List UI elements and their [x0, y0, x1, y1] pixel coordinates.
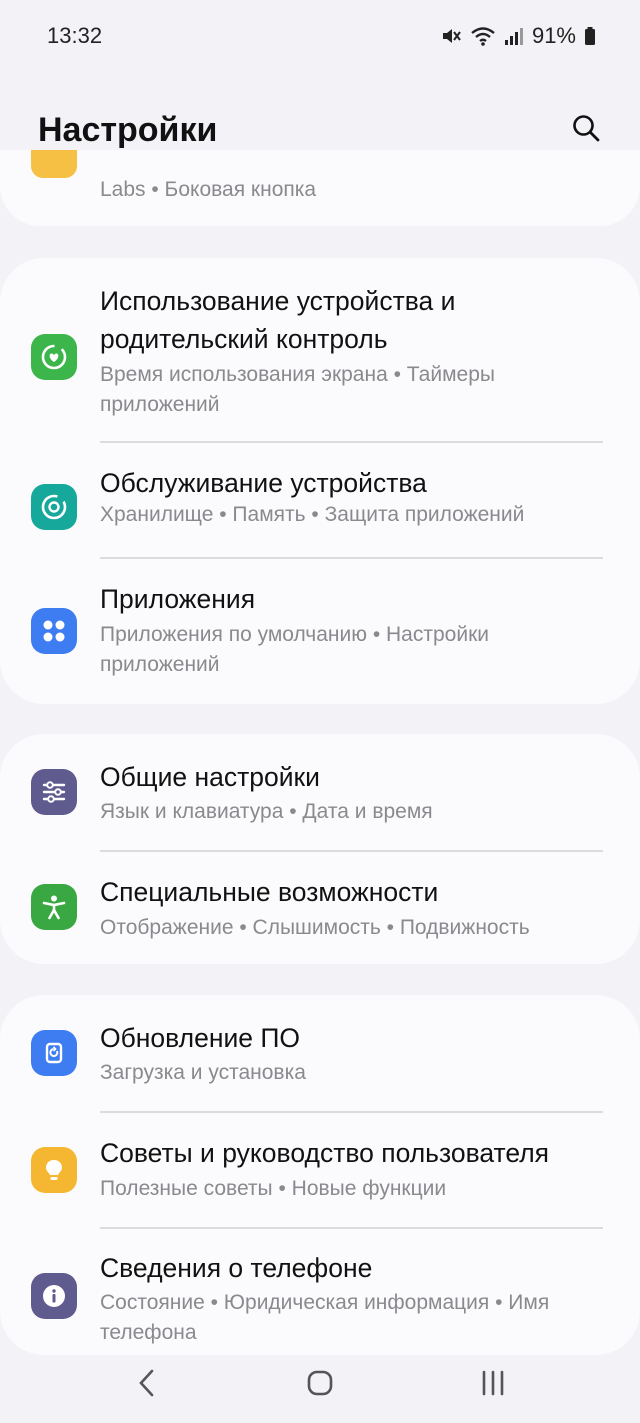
partial-settings-card: Labs • Боковая кнопка	[0, 150, 640, 226]
signal-icon	[504, 25, 524, 47]
settings-item-digital-wellbeing[interactable]: Использование устройства и родительский …	[0, 278, 640, 442]
settings-item-device-care[interactable]: Обслуживание устройства Хранилище • Памя…	[0, 442, 640, 558]
apps-icon	[31, 608, 77, 654]
settings-item-subtitle: Состояние • Юридическая информация • Имя…	[100, 1291, 550, 1344]
settings-item-accessibility[interactable]: Специальные возможности Отображение • Сл…	[0, 851, 640, 964]
back-button[interactable]	[107, 1356, 187, 1416]
settings-item-apps[interactable]: Приложения Приложения по умолчанию • Нас…	[0, 558, 640, 698]
battery-level: 91%	[531, 23, 576, 48]
advanced-features-icon	[31, 150, 77, 178]
settings-item-subtitle: Хранилище • Память • Защита приложений	[100, 503, 525, 526]
settings-item-tips[interactable]: Советы и руководство пользователя Полезн…	[0, 1112, 640, 1227]
settings-item-subtitle: Язык и клавиатура • Дата и время	[100, 800, 433, 823]
settings-item-title: Специальные возможности	[100, 877, 439, 907]
settings-item-subtitle: Отображение • Слышимость • Подвижность	[100, 916, 530, 939]
page-title: Настройки	[38, 110, 218, 149]
settings-item-subtitle: Labs • Боковая кнопка	[100, 178, 317, 201]
settings-item-title: Общие настройки	[100, 762, 320, 792]
settings-item-title: Сведения о телефоне	[100, 1253, 373, 1283]
software-update-icon	[31, 1030, 77, 1076]
settings-item-title: Обслуживание устройства	[100, 468, 427, 498]
settings-item-subtitle: Загрузка и установка	[100, 1061, 306, 1084]
settings-item-general-management[interactable]: Общие настройки Язык и клавиатура • Дата…	[0, 734, 640, 850]
home-button[interactable]	[280, 1356, 360, 1416]
status-icons: 91%	[440, 23, 596, 49]
back-icon	[135, 1368, 159, 1403]
settings-item-subtitle: Полезные советы • Новые функции	[100, 1177, 447, 1200]
settings-item-subtitle: Время использования экрана • Таймеры при…	[100, 363, 495, 416]
settings-group-2: Общие настройки Язык и клавиатура • Дата…	[0, 734, 640, 964]
navigation-bar	[0, 1348, 640, 1423]
settings-item-advanced[interactable]: Labs • Боковая кнопка	[0, 150, 640, 226]
battery-icon	[584, 25, 596, 47]
settings-item-subtitle: Приложения по умолчанию • Настройки прил…	[100, 623, 489, 676]
settings-group-3: Обновление ПО Загрузка и установка Совет…	[0, 995, 640, 1355]
recents-icon	[479, 1369, 507, 1402]
search-icon	[571, 113, 601, 148]
settings-item-title: Приложения	[100, 584, 256, 614]
accessibility-icon	[31, 884, 77, 930]
settings-item-title: Использование устройства и родительский …	[100, 286, 456, 354]
settings-item-about-phone[interactable]: Сведения о телефоне Состояние • Юридичес…	[0, 1228, 640, 1353]
tips-icon	[31, 1147, 77, 1193]
search-button[interactable]	[566, 110, 606, 150]
device-care-icon	[31, 484, 77, 530]
settings-item-title: Обновление ПО	[100, 1023, 301, 1053]
settings-group-1: Использование устройства и родительский …	[0, 258, 640, 704]
settings-item-title: Советы и руководство пользователя	[100, 1138, 550, 1168]
general-settings-icon	[31, 769, 77, 815]
home-icon	[306, 1369, 334, 1402]
wifi-icon	[470, 25, 496, 47]
status-bar: 13:32 91%	[0, 0, 640, 72]
status-time: 13:32	[47, 23, 103, 48]
about-phone-icon	[31, 1273, 77, 1319]
digital-wellbeing-icon	[31, 334, 77, 380]
mute-icon	[440, 25, 462, 47]
recents-button[interactable]	[453, 1356, 533, 1416]
settings-item-software-update[interactable]: Обновление ПО Загрузка и установка	[0, 995, 640, 1111]
